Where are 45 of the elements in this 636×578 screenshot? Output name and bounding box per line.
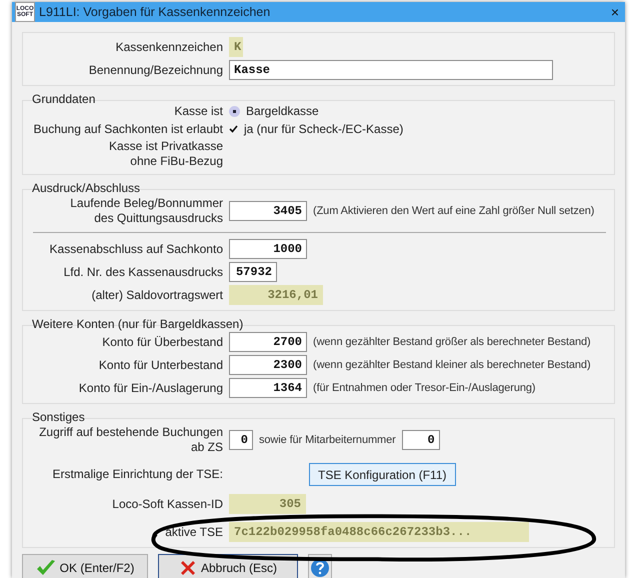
hint-text: (wenn gezählter Bestand kleiner als berechneter Bestand) — [313, 359, 591, 371]
group-title: Weitere Konten (nur für Bargeldkassen) — [31, 317, 244, 331]
input-field[interactable]: 2300 — [229, 355, 307, 375]
field-label: Erstmalige Einrichtung der TSE: — [51, 467, 223, 482]
checkmark-icon[interactable] — [229, 125, 238, 133]
field-label: Loco-Soft Kassen-ID — [111, 496, 223, 512]
window-title: L911LI: Vorgaben für Kassenkennzeichen — [39, 5, 272, 19]
cross-icon — [178, 559, 197, 577]
field-label: Kasse ist Privatkasse ohne FiBu-Bezug — [108, 139, 223, 169]
group-title: Ausdruck/Abschluss — [31, 181, 142, 195]
checkbox-label: ja (nur für Scheck-/EC-Kasse) — [244, 122, 404, 136]
input-field[interactable]: 2700 — [229, 332, 307, 352]
hint-text: sowie für Mitarbeiternummer — [259, 434, 396, 446]
input-field[interactable]: 3405 — [229, 201, 307, 221]
field-label: Kassenkennzeichen — [114, 40, 223, 54]
radio-button[interactable] — [229, 106, 240, 116]
group-title: Grunddaten — [31, 92, 96, 106]
field-label: Kasse ist — [173, 104, 223, 118]
input-field[interactable]: 0 — [229, 430, 253, 450]
input-field[interactable]: Kasse — [229, 60, 553, 80]
field-label: Benennung/Bezeichnung — [88, 62, 223, 78]
field-label: Konto für Überbestand — [101, 334, 223, 350]
hint-text: (für Entnahmen oder Tresor-Ein-/Auslagerung) — [313, 382, 536, 394]
input-field[interactable]: 0 — [402, 430, 440, 450]
field-label: Kassenabschluss auf Sachkonto — [48, 242, 223, 256]
checkmark-icon — [36, 559, 56, 577]
tse-config-button[interactable]: TSE Konfiguration (F11) — [309, 463, 456, 486]
radio-label: Bargeldkasse — [246, 104, 319, 118]
field-label: Zugriff auf bestehende Buchungen ab ZS — [38, 425, 223, 455]
input-field[interactable]: 57932 — [229, 262, 277, 282]
field-label: Lfd. Nr. des Kassenausdrucks — [62, 264, 223, 280]
field-label: Buchung auf Sachkonten ist erlaubt — [32, 122, 223, 136]
field-label: Konto für Ein-/Auslagerung — [78, 380, 223, 396]
hint-text: (Zum Aktivieren den Wert auf eine Zahl größer Null setzen) — [313, 205, 594, 217]
ok-button[interactable]: OK (Enter/F2) — [22, 554, 148, 578]
close-button[interactable]: × — [610, 4, 619, 20]
field-label: Konto für Unterbestand — [98, 358, 223, 372]
hint-text: (wenn gezählter Bestand größer als berechneter Bestand) — [313, 336, 591, 348]
input-field[interactable]: 1000 — [229, 239, 307, 259]
field-label: aktive TSE — [164, 524, 223, 540]
help-icon — [310, 558, 330, 578]
input-field[interactable]: 1364 — [229, 378, 307, 398]
group-title: Sonstiges — [31, 410, 86, 424]
field-label: (alter) Saldovortragswert — [90, 288, 223, 302]
field-label: Laufende Beleg/Bonnummer des Quittungsausdrucks — [69, 196, 223, 226]
